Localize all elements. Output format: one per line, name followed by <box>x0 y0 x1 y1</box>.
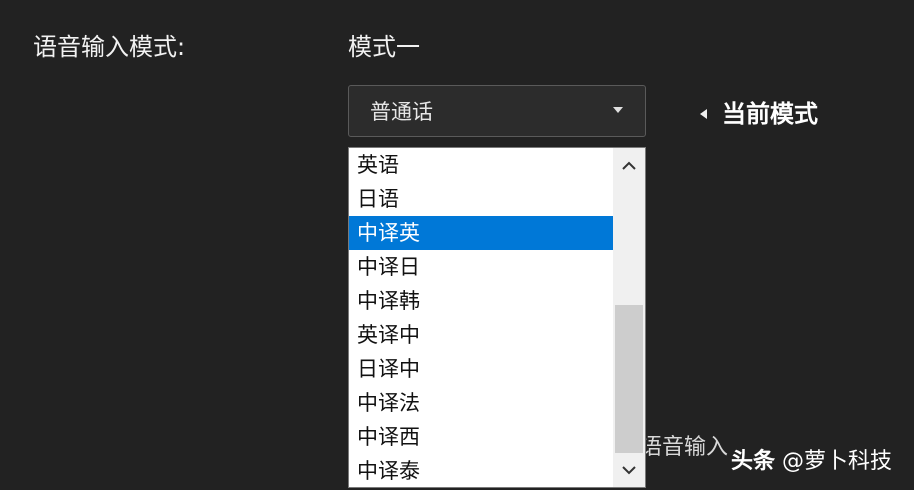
option-japanese[interactable]: 日语 <box>349 182 613 216</box>
option-cn-to-kr[interactable]: 中译韩 <box>349 284 613 318</box>
option-cn-to-en[interactable]: 中译英 <box>349 216 613 250</box>
scroll-down-button[interactable] <box>613 453 645 487</box>
voice-input-mode-label: 语音输入模式: <box>33 33 186 61</box>
watermark-handle: @萝卜科技 <box>782 449 893 474</box>
option-list: 英语 日语 中译英 中译日 中译韩 英译中 日译中 中译法 中译西 中译泰 <box>349 148 613 487</box>
scrollbar[interactable] <box>613 148 645 487</box>
mode-name: 模式一 <box>348 33 420 61</box>
chevron-down-icon <box>613 107 623 113</box>
option-cn-to-jp[interactable]: 中译日 <box>349 250 613 284</box>
scroll-thumb[interactable] <box>615 305 643 453</box>
dropdown-list[interactable]: 英语 日语 中译英 中译日 中译韩 英译中 日译中 中译法 中译西 中译泰 <box>348 147 646 488</box>
scroll-up-button[interactable] <box>613 148 645 182</box>
option-en-to-cn[interactable]: 英译中 <box>349 318 613 352</box>
chevron-up-icon <box>622 161 636 170</box>
option-jp-to-cn[interactable]: 日译中 <box>349 352 613 386</box>
mode-select[interactable]: 普通话 <box>348 85 646 137</box>
pointer-left-icon <box>700 109 707 119</box>
option-cn-to-es[interactable]: 中译西 <box>349 420 613 454</box>
option-english[interactable]: 英语 <box>349 148 613 182</box>
select-value: 普通话 <box>370 100 433 124</box>
current-mode-text: 当前模式 <box>722 100 818 128</box>
watermark: 头条 @萝卜科技 <box>731 446 892 478</box>
watermark-brand: 头条 <box>731 449 776 474</box>
option-cn-to-th[interactable]: 中译泰 <box>349 454 613 487</box>
option-cn-to-fr[interactable]: 中译法 <box>349 386 613 420</box>
chevron-down-icon <box>622 465 636 474</box>
background-text: 语音输入 <box>640 435 729 460</box>
